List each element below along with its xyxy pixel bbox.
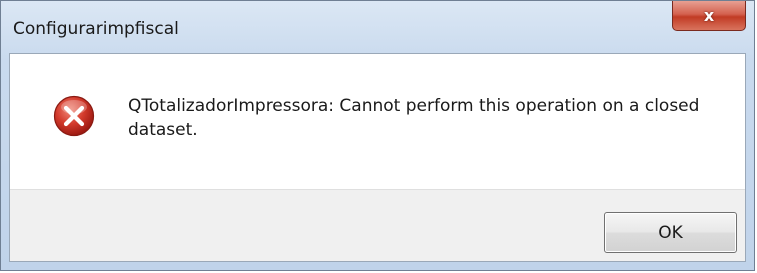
button-bar: OK [10, 189, 745, 261]
error-icon [53, 95, 95, 137]
message-area: QTotalizadorImpressora: Cannot perform t… [10, 54, 745, 189]
error-message: QTotalizadorImpressora: Cannot perform t… [128, 96, 700, 140]
window-title: Configurarimpfiscal [13, 19, 179, 39]
title-bar[interactable]: Configurarimpfiscal x [1, 1, 754, 47]
ok-button[interactable]: OK [604, 212, 737, 253]
dialog-window: Configurarimpfiscal x QTotalizadorImpres… [0, 0, 755, 271]
close-icon: x [703, 6, 715, 25]
close-button[interactable]: x [672, 1, 746, 31]
dialog-content: QTotalizadorImpressora: Cannot perform t… [9, 53, 746, 262]
